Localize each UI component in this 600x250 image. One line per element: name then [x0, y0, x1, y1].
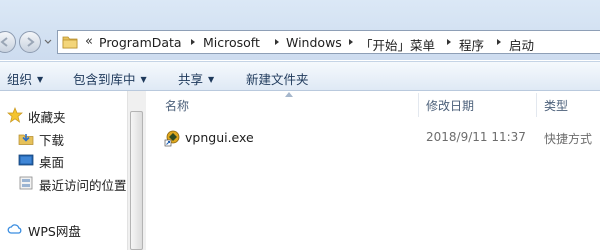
breadcrumb-startup[interactable]: 启动 [509, 35, 534, 54]
file-modified: 2018/9/11 11:37 [426, 130, 526, 144]
breadcrumb-programs[interactable]: 程序 [459, 35, 484, 54]
share-menu[interactable]: 共享 ▼ [178, 69, 214, 88]
back-button[interactable] [0, 31, 16, 53]
address-toolbar: « ProgramData Microsoft Windows 「开始」菜单 程… [0, 0, 600, 60]
dropdown-caret-icon: ▼ [140, 75, 147, 84]
column-name[interactable]: 名称 [165, 97, 189, 114]
address-bar[interactable]: « ProgramData Microsoft Windows 「开始」菜单 程… [57, 30, 600, 54]
file-name: vpngui.exe [185, 130, 254, 145]
breadcrumb-separator-icon[interactable] [495, 36, 503, 48]
star-icon [7, 107, 23, 123]
nav-pane-scrollbar[interactable] [127, 91, 146, 250]
nav-label-wps-cloud: WPS网盘 [28, 224, 81, 239]
address-overflow-icon[interactable]: « [85, 34, 93, 49]
navigation-pane: 收藏夹 下载 桌面 最近访问的位置 WPS网盘 [0, 91, 127, 250]
scrollbar-thumb[interactable] [130, 111, 143, 250]
nav-label-desktop: 桌面 [39, 155, 65, 170]
dropdown-caret-icon: ▼ [208, 75, 215, 84]
arrow-left-icon [0, 37, 8, 47]
breadcrumb-windows[interactable]: Windows [286, 35, 342, 50]
dropdown-caret-icon: ▼ [37, 75, 44, 84]
nav-label-recent-places: 最近访问的位置 [39, 178, 127, 193]
command-bar: 组织 ▼ 包含到库中 ▼ 共享 ▼ 新建文件夹 [0, 61, 600, 91]
download-icon [18, 134, 34, 145]
file-row[interactable]: vpngui.exe 2018/9/11 11:37 快捷方式 [154, 127, 600, 149]
desktop-icon [18, 154, 34, 166]
recent-pages-dropdown-icon[interactable] [44, 38, 52, 46]
shortcut-app-icon [164, 130, 180, 147]
new-folder-button[interactable]: 新建文件夹 [246, 69, 309, 88]
column-divider[interactable] [418, 93, 419, 117]
column-modified[interactable]: 修改日期 [426, 97, 474, 114]
include-in-library-menu[interactable]: 包含到库中 ▼ [73, 69, 147, 88]
sort-ascending-icon [285, 92, 293, 97]
breadcrumb-separator-icon[interactable] [445, 36, 453, 48]
column-divider[interactable] [536, 93, 537, 117]
nav-label-favorites: 收藏夹 [28, 110, 66, 125]
breadcrumb-programdata[interactable]: ProgramData [99, 35, 182, 50]
breadcrumb-separator-icon[interactable] [273, 36, 281, 48]
breadcrumb-start-menu[interactable]: 「开始」菜单 [360, 35, 435, 54]
explorer-window: « ProgramData Microsoft Windows 「开始」菜单 程… [0, 0, 600, 250]
include-in-library-label: 包含到库中 [73, 72, 136, 87]
file-type: 快捷方式 [544, 132, 593, 146]
nav-item-downloads[interactable]: 下载 [0, 127, 127, 149]
file-list: 名称 修改日期 类型 vpngui.exe 2018/9/11 11:37 快捷… [146, 91, 600, 250]
recent-places-icon [19, 176, 33, 190]
nav-item-recent-places[interactable]: 最近访问的位置 [0, 172, 127, 194]
nav-item-desktop[interactable]: 桌面 [0, 149, 127, 171]
arrow-right-icon [27, 37, 35, 47]
organize-label: 组织 [7, 72, 33, 87]
share-label: 共享 [178, 72, 204, 87]
folder-icon [62, 36, 78, 49]
organize-menu[interactable]: 组织 ▼ [7, 69, 43, 88]
nav-label-downloads: 下载 [39, 133, 65, 148]
column-type[interactable]: 类型 [544, 97, 568, 114]
column-header-row: 名称 修改日期 类型 [146, 91, 600, 117]
breadcrumb-separator-icon[interactable] [347, 36, 355, 48]
nav-item-favorites[interactable]: 收藏夹 [0, 104, 127, 126]
nav-item-wps-cloud[interactable]: WPS网盘 [0, 218, 127, 240]
forward-button[interactable] [19, 31, 41, 53]
breadcrumb-separator-icon[interactable] [189, 36, 197, 48]
cloud-icon [7, 224, 22, 234]
breadcrumb-microsoft[interactable]: Microsoft [203, 35, 260, 50]
